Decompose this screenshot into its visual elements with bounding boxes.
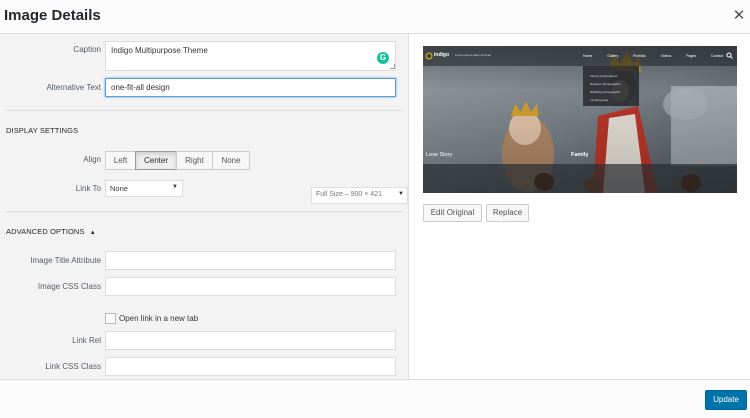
new-tab-label[interactable]: Open link in a new tab xyxy=(119,314,198,323)
divider xyxy=(6,110,403,111)
update-button[interactable]: Update xyxy=(705,390,747,410)
link-rel-label: Link Rel xyxy=(72,336,101,345)
dropdown-arrow-icon: ▼ xyxy=(172,184,178,190)
image-size-select[interactable]: Full Size – 900 × 421 ▼ xyxy=(311,187,408,204)
image-preview: Indigo Lorem ipsum dolor sit amet Home G… xyxy=(423,46,737,193)
resize-handle[interactable] xyxy=(390,64,395,69)
preview-illustration xyxy=(423,46,737,193)
align-none-button[interactable]: None xyxy=(212,151,250,170)
css-class-field[interactable] xyxy=(105,277,396,296)
advanced-options-heading: ADVANCED OPTIONS xyxy=(6,227,85,236)
preview-caption-center: Family xyxy=(571,152,589,158)
align-center-button[interactable]: Center xyxy=(135,151,177,170)
title-attribute-label: Image Title Attribute xyxy=(30,256,101,265)
preview-dropdown-item: Landing page xyxy=(590,98,609,102)
link-to-label: Link To xyxy=(75,184,101,193)
title-attribute-field[interactable] xyxy=(105,251,396,270)
preview-dropdown-list: Family photographer Newborn photographer… xyxy=(590,72,621,104)
dropdown-arrow-icon: ▼ xyxy=(398,191,404,197)
preview-dropdown-item: Newborn photographer xyxy=(590,82,621,86)
preview-shade xyxy=(423,46,737,193)
link-css-label: Link CSS Class xyxy=(45,362,101,371)
triangle-up-icon: ▲ xyxy=(89,230,96,236)
dialog-title: Image Details xyxy=(4,7,101,24)
link-rel-field[interactable] xyxy=(105,331,396,350)
preview-caption-left: Love Story xyxy=(426,152,453,158)
close-icon[interactable]: ✕ xyxy=(731,8,747,24)
caption-label: Caption xyxy=(73,45,101,54)
display-settings-heading: DISPLAY SETTINGS xyxy=(6,126,79,135)
preview-dropdown-item: Family photographer xyxy=(590,74,618,78)
preview-nav-item: Contact xyxy=(710,54,723,58)
link-to-value: None xyxy=(110,184,128,193)
align-right-button[interactable]: Right xyxy=(176,151,213,170)
align-label: Align xyxy=(83,155,101,164)
preview-site-name: Indigo xyxy=(434,52,449,58)
replace-button[interactable]: Replace xyxy=(486,204,529,222)
preview-nav: Home Gallery Portfolio Videos Pages Cont… xyxy=(583,54,723,58)
preview-nav-item: Gallery xyxy=(607,54,619,58)
caption-value: Indigo Multipurpose Theme xyxy=(111,46,208,55)
dialog-footer: Update xyxy=(0,379,750,418)
dialog-header: Image Details ✕ xyxy=(0,0,750,34)
link-to-select[interactable]: None ▼ xyxy=(105,180,183,197)
alt-text-value: one-fit-all design xyxy=(111,83,170,92)
advanced-options-toggle[interactable]: ADVANCED OPTIONS ▲ xyxy=(6,227,96,236)
preview-nav-item: Home xyxy=(583,54,593,58)
preview-site-tagline: Lorem ipsum dolor sit amet xyxy=(455,53,492,57)
css-class-label: Image CSS Class xyxy=(37,282,101,291)
link-css-field[interactable] xyxy=(105,357,396,376)
edit-original-button[interactable]: Edit Original xyxy=(423,204,482,222)
preview-nav-item: Videos xyxy=(660,54,672,58)
grammarly-icon[interactable]: G xyxy=(377,52,389,64)
image-size-value: Full Size – 900 × 421 xyxy=(316,191,382,198)
preview-dropdown-item: Wedding photographer xyxy=(590,90,621,94)
preview-nav-item: Pages xyxy=(686,54,697,58)
caption-field[interactable]: Indigo Multipurpose Theme xyxy=(105,41,396,71)
preview-nav-item: Portfolio xyxy=(633,54,646,58)
divider xyxy=(6,211,403,212)
align-left-button[interactable]: Left xyxy=(105,151,136,170)
alt-text-label: Alternative Text xyxy=(46,83,101,92)
new-tab-checkbox[interactable] xyxy=(105,313,116,324)
alt-text-field[interactable]: one-fit-all design xyxy=(105,78,396,97)
